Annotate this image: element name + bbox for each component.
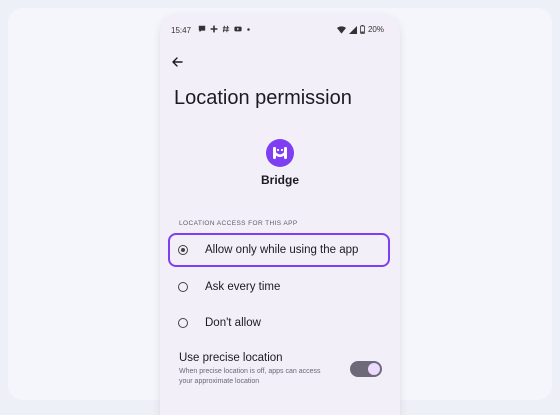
dot-icon — [247, 27, 250, 31]
wifi-icon — [336, 25, 346, 34]
phone-screen: 15:47 20% Location permission Bridge LOC… — [160, 15, 400, 415]
hashtag-icon — [222, 25, 230, 33]
option-label: Ask every time — [205, 281, 281, 293]
app-name: Bridge — [260, 173, 299, 187]
radio-button[interactable] — [178, 282, 188, 292]
arrow-back-icon — [172, 57, 183, 67]
signal-icon — [348, 25, 357, 34]
section-header: LOCATION ACCESS FOR THIS APP — [179, 220, 298, 227]
bridge-app-icon — [266, 139, 294, 167]
precise-location-toggle[interactable] — [350, 361, 382, 377]
chat-bubble-icon — [198, 25, 206, 33]
battery-percent: 20% — [367, 25, 384, 34]
option-dont-allow[interactable]: Don't allow — [168, 306, 390, 340]
youtube-icon — [234, 26, 242, 32]
option-label: Allow only while using the app — [205, 244, 359, 256]
toggle-thumb — [368, 363, 380, 375]
precise-location-row[interactable]: Use precise location When precise locati… — [179, 352, 384, 392]
status-time: 15:47 — [171, 26, 192, 35]
option-label: Don't allow — [205, 317, 261, 329]
page-title: Location permission — [174, 87, 352, 109]
option-ask-every-time[interactable]: Ask every time — [168, 270, 390, 304]
radio-button[interactable] — [178, 318, 188, 328]
back-button[interactable] — [169, 54, 185, 70]
status-right: 20% — [336, 25, 384, 34]
precise-location-description: When precise location is off, apps can a… — [179, 368, 321, 385]
status-bar: 15:47 20% — [160, 15, 400, 45]
option-allow-while-using[interactable]: Allow only while using the app — [168, 233, 390, 267]
battery-icon — [360, 25, 365, 34]
radio-button[interactable] — [178, 245, 188, 255]
notification-icons — [198, 25, 251, 33]
bridge-glyph-icon — [273, 147, 287, 159]
slack-icon — [210, 25, 218, 33]
